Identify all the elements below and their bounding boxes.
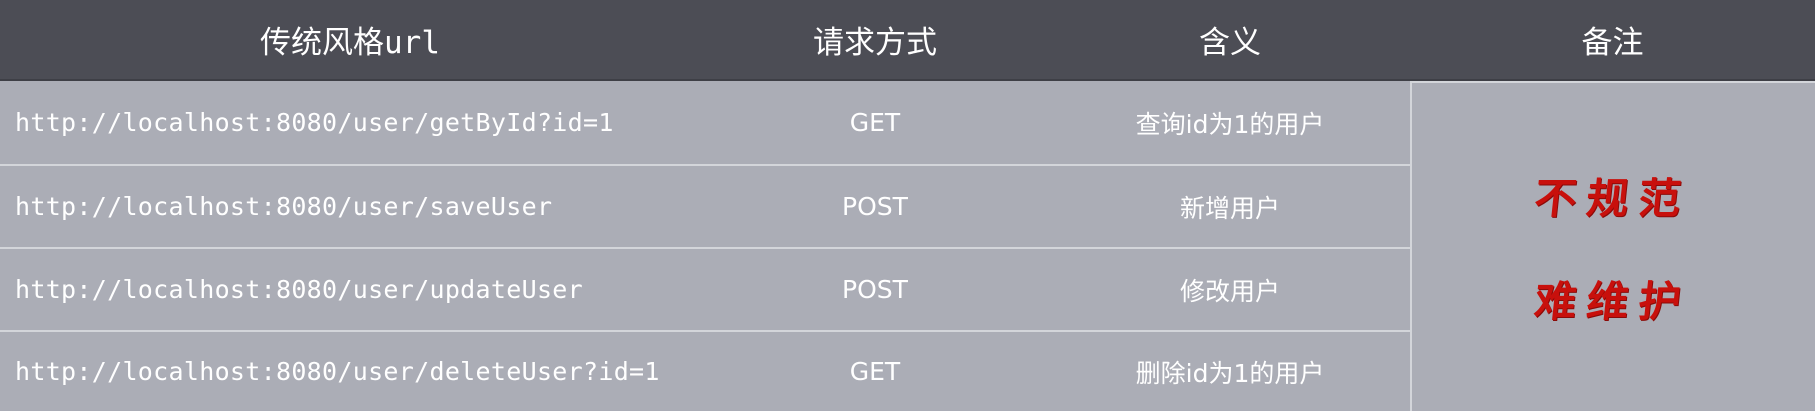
row-4-url: http://localhost:8080/user/deleteUser?id…	[0, 330, 700, 411]
row-3-meaning: 修改用户	[1050, 247, 1410, 330]
note-hard-to-maintain: 难维护	[1532, 277, 1694, 326]
header-note: 备注	[1410, 0, 1815, 81]
note-nonstandard: 不规范	[1532, 174, 1694, 223]
row-1-meaning: 查询id为1的用户	[1050, 81, 1410, 164]
row-3-method: POST	[700, 247, 1050, 330]
header-url: 传统风格url	[0, 0, 700, 81]
row-2-url: http://localhost:8080/user/saveUser	[0, 164, 700, 247]
note-cell: 不规范 难维护	[1410, 81, 1815, 411]
row-4-method: GET	[700, 330, 1050, 411]
url-style-table: 传统风格url 请求方式 含义 备注 http://localhost:8080…	[0, 0, 1815, 411]
row-2-method: POST	[700, 164, 1050, 247]
row-1-method: GET	[700, 81, 1050, 164]
row-4-meaning: 删除id为1的用户	[1050, 330, 1410, 411]
header-method: 请求方式	[700, 0, 1050, 81]
row-3-url: http://localhost:8080/user/updateUser	[0, 247, 700, 330]
row-1-url: http://localhost:8080/user/getById?id=1	[0, 81, 700, 164]
row-2-meaning: 新增用户	[1050, 164, 1410, 247]
header-meaning: 含义	[1050, 0, 1410, 81]
